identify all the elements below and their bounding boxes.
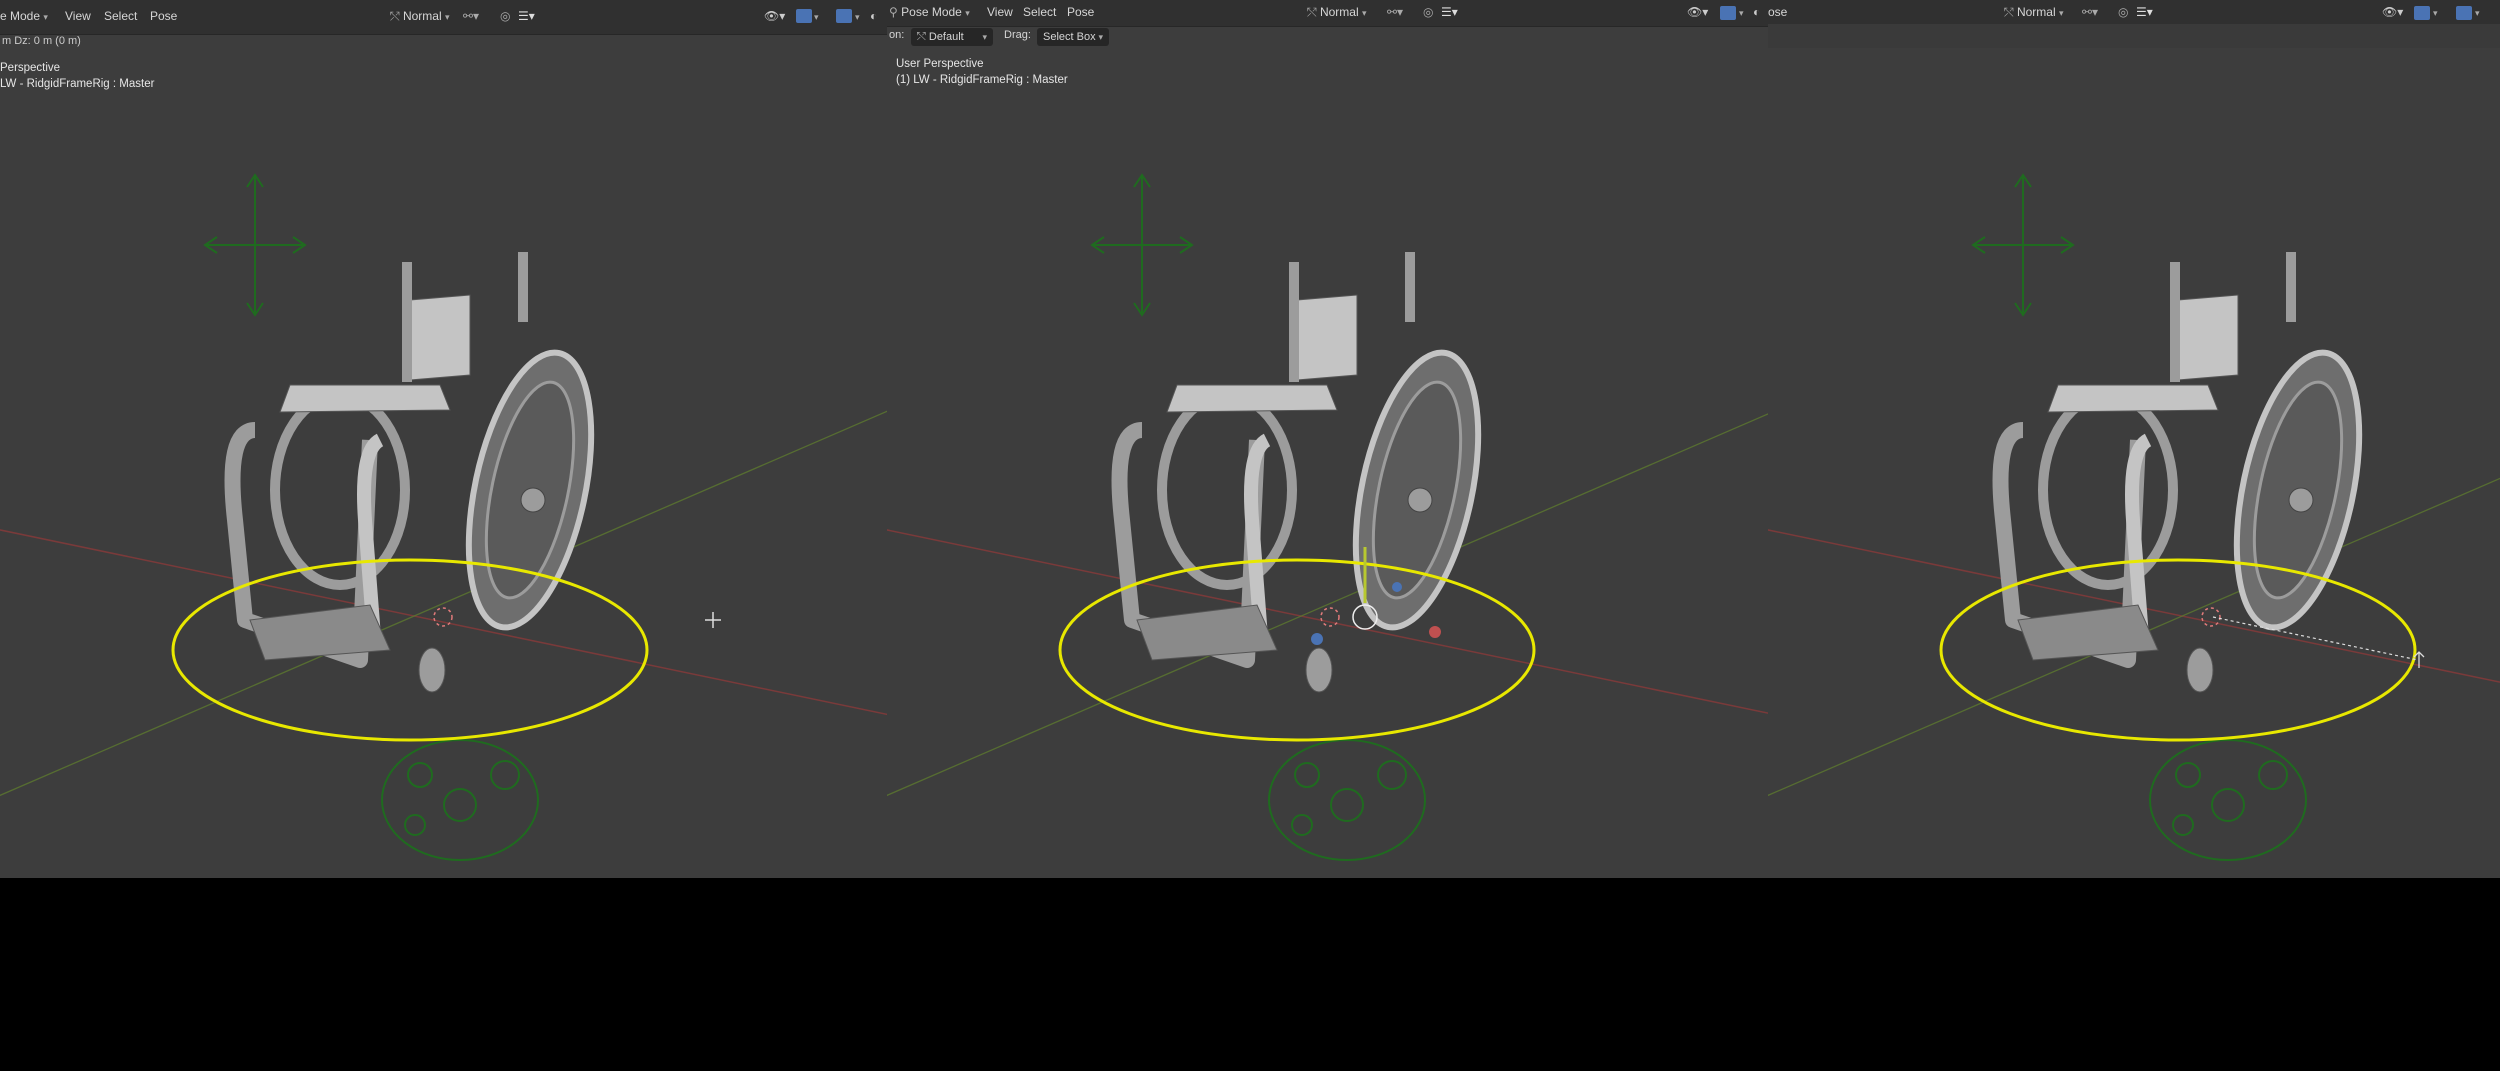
seat <box>2047 384 2219 413</box>
gizmo-plane-handle <box>1392 582 1402 592</box>
gizmo-x-handle <box>1429 626 1441 638</box>
backrest <box>1296 294 1358 381</box>
x-axis-line <box>0 529 887 716</box>
scene-group <box>887 173 1768 861</box>
move-widget-icon <box>1090 173 1194 317</box>
cursor-3d-icon <box>2201 607 2221 627</box>
y-axis-line <box>0 410 887 797</box>
far-wheel <box>1157 390 1297 590</box>
root-bone-widget <box>381 739 539 861</box>
caster-wheel <box>418 647 446 693</box>
backrest <box>2177 294 2239 381</box>
root-bone-widget-detail <box>1291 814 1313 836</box>
viewport-scenes <box>0 173 2500 861</box>
root-bone-widget-detail <box>404 814 426 836</box>
wheel-hub <box>2288 487 2314 513</box>
root-bone-widget-detail <box>407 762 433 788</box>
wheel-hub <box>1407 487 1433 513</box>
scale-guide-line <box>2212 616 2419 661</box>
root-bone-widget-detail <box>2175 762 2201 788</box>
root-bone-widget-detail <box>443 788 477 822</box>
caster-wheel <box>1305 647 1333 693</box>
scene-group <box>0 173 887 861</box>
move-widget-icon <box>203 173 307 317</box>
root-bone-widget-detail <box>1330 788 1364 822</box>
root-bone-widget-detail <box>490 760 520 790</box>
push-handle <box>518 252 528 322</box>
root-bone-widget-detail <box>1294 762 1320 788</box>
far-wheel <box>270 390 410 590</box>
far-wheel <box>2038 390 2178 590</box>
root-bone-widget <box>1268 739 1426 861</box>
scene-group <box>1768 173 2500 861</box>
move-cursor-icon <box>705 612 721 628</box>
footplate <box>249 604 391 661</box>
seat <box>279 384 451 413</box>
push-handle <box>402 262 412 382</box>
root-bone-widget-detail <box>1377 760 1407 790</box>
push-handle <box>2170 262 2180 382</box>
x-axis-line <box>887 529 1768 714</box>
gizmo-y-handle <box>1311 633 1323 645</box>
cursor-3d-icon <box>433 607 453 627</box>
push-handle <box>1405 252 1415 322</box>
move-widget-icon <box>1971 173 2075 317</box>
footplate <box>2017 604 2159 661</box>
push-handle <box>1289 262 1299 382</box>
root-bone-widget-detail <box>2258 760 2288 790</box>
wheel-hub <box>520 487 546 513</box>
root-bone-widget <box>2149 739 2307 861</box>
push-handle <box>2286 252 2296 322</box>
seat <box>1166 384 1338 413</box>
footplate <box>1136 604 1278 661</box>
root-bone-widget-detail <box>2211 788 2245 822</box>
letterbox-bar <box>0 878 2500 1071</box>
caster-wheel <box>2186 647 2214 693</box>
cursor-3d-icon <box>1320 607 1340 627</box>
x-axis-line <box>1768 529 2500 683</box>
root-bone-widget-detail <box>2172 814 2194 836</box>
backrest <box>409 294 471 381</box>
